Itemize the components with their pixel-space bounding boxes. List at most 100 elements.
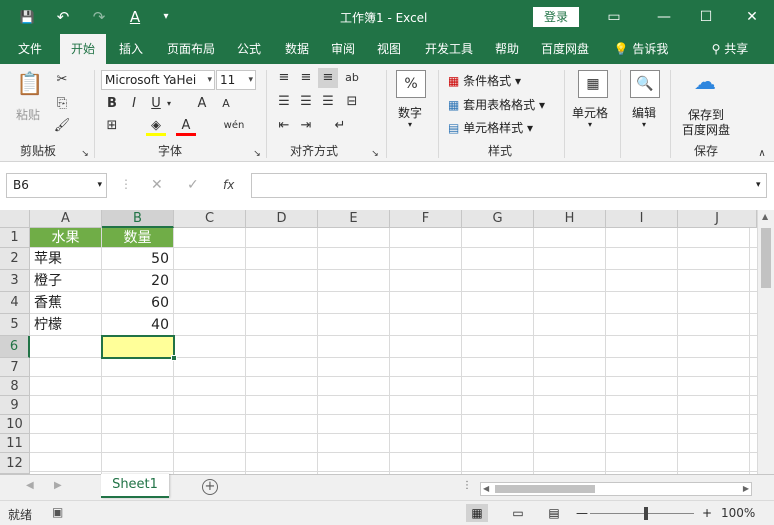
vertical-scroll-thumb[interactable]	[761, 228, 771, 288]
clipboard-launcher-icon[interactable]: ↘	[80, 144, 90, 164]
insert-function-icon[interactable]: fx	[223, 173, 234, 198]
tab-developer[interactable]: 开发工具	[418, 34, 480, 64]
row-header-3[interactable]: 3	[0, 270, 30, 292]
copy-icon[interactable]: ⎘	[52, 94, 72, 114]
share-button[interactable]: ⚲ 共享	[702, 34, 758, 64]
align-middle-icon[interactable]: ≡	[296, 68, 316, 88]
column-header-b[interactable]: B	[102, 210, 174, 228]
tab-help[interactable]: 帮助	[486, 34, 528, 64]
orientation-icon[interactable]: ab	[342, 68, 362, 88]
cell-a3[interactable]: 橙子	[30, 270, 102, 292]
maximize-icon[interactable]: ☐	[694, 6, 718, 28]
zoom-in-button[interactable]: +	[702, 504, 712, 522]
worksheet-grid[interactable]: A B C D E F G H I J 1 2 3 4 5 6 7 8 9 10…	[0, 210, 774, 474]
row-header-12[interactable]: 12	[0, 453, 30, 474]
minimize-icon[interactable]: —	[652, 6, 676, 28]
scroll-left-icon[interactable]: ◀	[483, 483, 489, 495]
shrink-font-button[interactable]: A	[216, 94, 236, 114]
row-header-5[interactable]: 5	[0, 314, 30, 336]
row-header-2[interactable]: 2	[0, 248, 30, 270]
column-header-c[interactable]: C	[174, 210, 246, 228]
decrease-indent-icon[interactable]: ⇤	[274, 116, 294, 136]
cell-b1[interactable]: 数量	[102, 228, 174, 248]
cell-styles-button[interactable]: ▤ 单元格样式 ▾	[448, 119, 533, 136]
next-sheet-icon[interactable]: ▶	[54, 480, 62, 491]
conditional-formatting-button[interactable]: ▦ 条件格式 ▾	[448, 72, 521, 89]
tab-baidu-netdisk[interactable]: 百度网盘	[534, 34, 596, 64]
cell-b5[interactable]: 40	[102, 314, 174, 336]
zoom-slider[interactable]	[590, 513, 694, 514]
customize-qat-icon[interactable]: ▾	[160, 6, 172, 28]
tell-me-box[interactable]: 💡 告诉我	[606, 34, 676, 64]
row-header-8[interactable]: 8	[0, 377, 30, 396]
paste-icon[interactable]: 📋	[14, 72, 46, 102]
cell-a4[interactable]: 香蕉	[30, 292, 102, 314]
vertical-scrollbar[interactable]: ▲	[757, 210, 774, 474]
row-header-9[interactable]: 9	[0, 396, 30, 415]
font-name-combo[interactable]: Microsoft YaHei ▾	[101, 70, 215, 90]
cells-icon[interactable]: ▦	[578, 70, 608, 98]
column-header-d[interactable]: D	[246, 210, 318, 228]
merge-center-icon[interactable]: ⊟	[342, 92, 362, 112]
fill-color-icon[interactable]: ◈	[146, 116, 166, 136]
align-right-icon[interactable]: ☰	[318, 92, 338, 112]
collapse-ribbon-icon[interactable]: ∧	[752, 144, 772, 164]
cell-a5[interactable]: 柠檬	[30, 314, 102, 336]
redo-icon[interactable]: ↷	[88, 6, 110, 28]
increase-indent-icon[interactable]: ⇥	[296, 116, 316, 136]
login-button[interactable]: 登录	[533, 7, 579, 27]
underline-button[interactable]: U	[146, 94, 166, 114]
align-center-icon[interactable]: ☰	[296, 92, 316, 112]
cell-a1[interactable]: 水果	[30, 228, 102, 248]
cancel-icon[interactable]: ✕	[151, 173, 163, 198]
paste-button[interactable]: 粘贴	[16, 106, 40, 123]
chevron-down-icon[interactable]: ▾	[164, 94, 174, 114]
bold-button[interactable]: B	[102, 94, 122, 114]
prev-sheet-icon[interactable]: ◀	[26, 480, 34, 491]
column-header-e[interactable]: E	[318, 210, 390, 228]
save-icon[interactable]: 💾	[16, 6, 38, 28]
align-bottom-icon[interactable]: ≡	[318, 68, 338, 88]
column-header-i[interactable]: I	[606, 210, 678, 228]
alignment-launcher-icon[interactable]: ↘	[370, 144, 380, 164]
tab-insert[interactable]: 插入	[110, 34, 152, 64]
tab-page-layout[interactable]: 页面布局	[160, 34, 222, 64]
add-sheet-icon[interactable]: +	[202, 479, 218, 495]
tab-home[interactable]: 开始	[60, 34, 106, 64]
row-header-7[interactable]: 7	[0, 358, 30, 377]
close-icon[interactable]: ✕	[740, 6, 764, 28]
align-top-icon[interactable]: ≡	[274, 68, 294, 88]
find-icon[interactable]: 🔍	[630, 70, 660, 98]
row-header-11[interactable]: 11	[0, 434, 30, 453]
format-painter-icon[interactable]: 🖌	[52, 116, 72, 136]
font-color-icon[interactable]: A	[176, 116, 196, 136]
tab-review[interactable]: 审阅	[322, 34, 364, 64]
column-header-f[interactable]: F	[390, 210, 462, 228]
expand-formula-bar-icon[interactable]: ▾	[756, 180, 761, 190]
tab-view[interactable]: 视图	[368, 34, 410, 64]
column-header-g[interactable]: G	[462, 210, 534, 228]
cell-b4[interactable]: 60	[102, 292, 174, 314]
save-to-netdisk-line2[interactable]: 百度网盘	[682, 121, 730, 138]
wrap-text-icon[interactable]: ↵	[330, 116, 350, 136]
number-format-button[interactable]: 数字	[398, 104, 422, 121]
cut-icon[interactable]: ✂	[52, 70, 72, 90]
editing-button[interactable]: 编辑	[632, 104, 656, 121]
column-header-a[interactable]: A	[30, 210, 102, 228]
ribbon-display-options-icon[interactable]: ▭	[602, 6, 626, 28]
formula-input[interactable]	[251, 173, 767, 198]
normal-view-icon[interactable]: ▦	[466, 504, 488, 522]
zoom-out-button[interactable]: —	[576, 504, 588, 522]
undo-icon[interactable]: ↶	[52, 6, 74, 28]
format-as-table-button[interactable]: ▦ 套用表格格式 ▾	[448, 96, 545, 113]
cells-button[interactable]: 单元格	[572, 104, 608, 121]
borders-icon[interactable]: ⊞	[102, 116, 122, 136]
sheet-tab-sheet1[interactable]: Sheet1	[101, 474, 169, 498]
row-header-6[interactable]: 6	[0, 336, 30, 358]
select-all-corner[interactable]	[0, 210, 30, 228]
percent-icon[interactable]: %	[396, 70, 426, 98]
macro-record-icon[interactable]: ▣	[52, 505, 63, 519]
phonetic-guide-icon[interactable]: wén	[222, 116, 246, 136]
zoom-slider-thumb[interactable]	[644, 507, 648, 520]
name-box[interactable]: B6 ▾	[6, 173, 107, 198]
